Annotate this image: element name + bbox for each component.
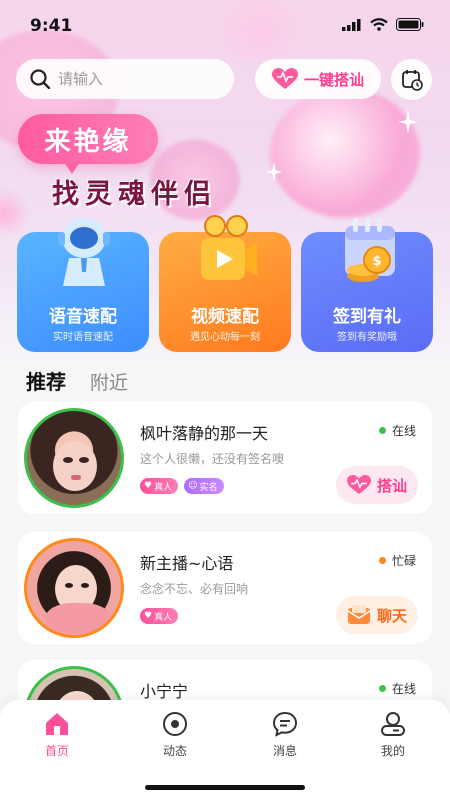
status-label: 忙碌 <box>391 554 416 568</box>
tabbar-item-profile[interactable]: 我的 <box>358 710 428 759</box>
search-icon <box>30 69 50 89</box>
checkin-title: 签到有礼 <box>333 307 401 327</box>
online-status: 忙碌 <box>378 552 416 569</box>
voice-match-card[interactable]: 语音速配 实时语音速配 <box>17 218 149 352</box>
tabbar-item-home[interactable]: 首页 <box>22 710 92 759</box>
online-status: 在线 <box>378 680 416 697</box>
chat-button[interactable]: 聊天 <box>336 596 418 634</box>
verified-badge: ☺ 实名 <box>184 478 224 494</box>
banner-slogan: 找灵魂伴侣 <box>52 179 217 210</box>
status-dot <box>378 557 386 564</box>
moments-icon <box>163 712 187 736</box>
profile-icon <box>381 712 405 736</box>
user-name: 小宁宁 <box>140 682 189 701</box>
user-card[interactable]: 新主播~心语 念念不忘、必有回响 忙碌 ♥ 真人 聊天 <box>18 532 432 644</box>
heart-badge-icon: ♥ <box>144 481 153 491</box>
real-person-badge: ♥ 真人 <box>140 608 179 624</box>
avatar[interactable] <box>24 408 124 508</box>
voice-match-title: 语音速配 <box>49 307 117 327</box>
tab-nearby[interactable]: 附近 <box>90 368 128 395</box>
voice-match-subtitle: 实时语音速配 <box>53 332 113 343</box>
greet-label: 搭讪 <box>376 476 407 495</box>
heart-icon <box>271 68 298 89</box>
person-badge-icon: ☺ <box>188 481 198 491</box>
tabbar-moments-label: 动态 <box>162 744 187 758</box>
user-name: 新主播~心语 <box>140 554 234 573</box>
tabbar-profile-label: 我的 <box>380 744 405 758</box>
online-status: 在线 <box>378 422 416 439</box>
heart-badge-icon: ♥ <box>144 611 153 621</box>
user-card[interactable]: 枫叶落静的那一天 这个人很懒，还没有签名噢 在线 ♥ 真人 ☺ 实名 搭讪 <box>18 402 432 514</box>
avatar[interactable] <box>24 538 124 638</box>
status-label: 在线 <box>391 682 416 696</box>
svg-text:$: $ <box>372 254 381 269</box>
video-match-title: 视频速配 <box>191 307 259 327</box>
heart-decoration <box>270 88 420 218</box>
checkin-card[interactable]: $ 签到有礼 签到有奖励哦 <box>301 218 433 352</box>
checkin-subtitle: 签到有奖励哦 <box>337 332 397 343</box>
headset-robot-icon <box>58 218 110 286</box>
status-dot <box>378 685 386 692</box>
home-indicator <box>145 785 305 790</box>
banner-bubble: 来艳缘 <box>18 114 158 174</box>
envelope-icon <box>347 605 371 624</box>
calendar-coins-icon: $ <box>345 218 395 282</box>
tabbar-item-messages[interactable]: 消息 <box>250 710 320 759</box>
chat-label: 聊天 <box>376 606 407 625</box>
quick-greet-label: 一键搭讪 <box>303 70 364 89</box>
video-match-subtitle: 遇见心动每一刻 <box>190 332 260 343</box>
search-input[interactable] <box>58 70 208 88</box>
battery-icon <box>396 18 424 31</box>
user-signature: 念念不忘、必有回响 <box>140 582 249 596</box>
status-bar: 9:41 <box>0 0 450 52</box>
message-icon <box>272 711 298 737</box>
search-bar[interactable] <box>16 59 234 99</box>
tabbar-item-moments[interactable]: 动态 <box>140 710 210 759</box>
sparkle-icon <box>266 162 282 182</box>
tabbar-home-label: 首页 <box>44 744 69 758</box>
video-camera-icon <box>201 215 257 280</box>
wifi-icon <box>370 18 388 31</box>
user-signature: 这个人很懒，还没有签名噢 <box>140 452 285 466</box>
badge-list: ♥ 真人 ☺ 实名 <box>140 478 224 494</box>
tabbar-messages-label: 消息 <box>272 744 297 758</box>
home-icon <box>46 713 68 735</box>
status-time: 9:41 <box>30 16 73 36</box>
calendar-filter-icon <box>401 69 423 91</box>
signal-icon <box>342 18 361 31</box>
status-dot <box>378 427 386 434</box>
heart-decoration <box>0 188 30 238</box>
user-name: 枫叶落静的那一天 <box>140 424 269 443</box>
tab-recommend[interactable]: 推荐 <box>26 366 66 395</box>
badge-list: ♥ 真人 <box>140 608 179 624</box>
sparkle-icon <box>398 110 418 134</box>
filter-button[interactable] <box>391 59 432 100</box>
status-label: 在线 <box>391 424 416 438</box>
greet-button[interactable]: 搭讪 <box>336 466 418 504</box>
quick-greet-button[interactable]: 一键搭讪 <box>255 59 381 99</box>
real-person-badge: ♥ 真人 <box>140 478 179 494</box>
feed-tabs: 推荐 附近 <box>26 366 128 395</box>
video-match-card[interactable]: 视频速配 遇见心动每一刻 <box>159 215 291 352</box>
heart-icon <box>346 475 371 494</box>
